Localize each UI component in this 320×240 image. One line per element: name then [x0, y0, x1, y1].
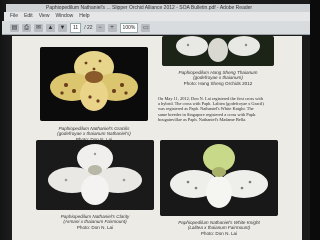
caption-thaianum-name: Paphiopedilum Hang Sheng Thaianum	[178, 70, 258, 75]
zoom-out-icon[interactable]: −	[95, 23, 105, 32]
open-icon[interactable]: ▤	[10, 23, 19, 32]
orchid-white-image	[48, 144, 142, 205]
page-number-input[interactable]: 11	[70, 22, 82, 33]
caption-white-knight: Paphiopedilum Nathaniel's White Knight (…	[160, 220, 278, 236]
caption-clarity-parentage: (Armani x thaianum Fairmount)	[63, 219, 127, 225]
screen-edge-shadow	[310, 0, 320, 240]
menu-file[interactable]: File	[10, 12, 18, 21]
window-titlebar: Paphiopedilum Nathaniel's ... Slipper Or…	[6, 4, 314, 12]
caption-thaianum-parentage: (godefroyae x thaianum)	[193, 75, 243, 81]
orchid-white-partial-image	[176, 36, 260, 62]
caption-gracilis-parentage: (godefroyae x thaianum Nathaniel's)	[57, 131, 131, 137]
menu-bar: File Edit View Window Help	[4, 12, 316, 21]
caption-clarity-photo: Photo: Don N. Lai	[76, 224, 114, 230]
zoom-level-input[interactable]: 100%	[119, 22, 139, 33]
orchid-white-green-image	[170, 144, 268, 208]
email-icon[interactable]: ✉	[34, 23, 43, 32]
pdf-page: Paphiopedilum Nathaniel's Gracilis (gode…	[12, 36, 302, 240]
orchid-photo-thaianum	[162, 36, 274, 66]
caption-thaianum-photo: Photo: Hang Sheng Orchids 2012	[183, 80, 253, 86]
caption-white-knight-parentage: (Lalitea x thaianum Fairmount)	[187, 225, 251, 231]
fit-page-icon[interactable]: ▭	[141, 23, 151, 32]
menu-view[interactable]: View	[39, 12, 50, 21]
caption-thaianum: Paphiopedilum Hang Sheng Thaianum (godef…	[162, 70, 274, 86]
orchid-photo-clarity	[36, 140, 154, 210]
next-page-icon[interactable]: ▼	[58, 23, 67, 32]
caption-clarity-name: Paphiopedilum Nathaniel's Clarity	[60, 214, 130, 219]
print-icon[interactable]: ⎙	[22, 23, 31, 32]
menu-edit[interactable]: Edit	[24, 12, 33, 21]
menu-help[interactable]: Help	[79, 12, 89, 21]
prev-page-icon[interactable]: ▲	[46, 23, 55, 32]
caption-white-knight-name: Paphiopedilum Nathaniel's White Knight	[178, 220, 260, 225]
menu-window[interactable]: Window	[55, 12, 73, 21]
caption-white-knight-photo: Photo: Don N. Lai	[200, 230, 238, 236]
orchid-photo-gracilis	[40, 47, 148, 121]
caption-gracilis-name: Paphiopedilum Nathaniel's Gracilis	[58, 126, 130, 131]
window-title: Paphiopedilum Nathaniel's ... Slipper Or…	[46, 5, 253, 11]
body-paragraph: On May 11, 2012, Don N. Lai registered t…	[158, 96, 298, 122]
orchid-yellow-spotted-image	[50, 51, 138, 111]
zoom-in-icon[interactable]: +	[107, 23, 117, 32]
orchid-photo-white-knight	[160, 140, 278, 216]
projected-screen: Paphiopedilum Nathaniel's ... Slipper Or…	[0, 0, 320, 240]
page-total: / 22	[84, 24, 93, 31]
caption-clarity: Paphiopedilum Nathaniel's Clarity (Arman…	[36, 214, 154, 230]
reader-toolbar: ▤ ⎙ ✉ ▲ ▼ 11 / 22 − + 100% ▭	[2, 21, 318, 35]
paragraph-line: bougainvillae as Paph. Nathaniel's Madam…	[158, 116, 247, 122]
